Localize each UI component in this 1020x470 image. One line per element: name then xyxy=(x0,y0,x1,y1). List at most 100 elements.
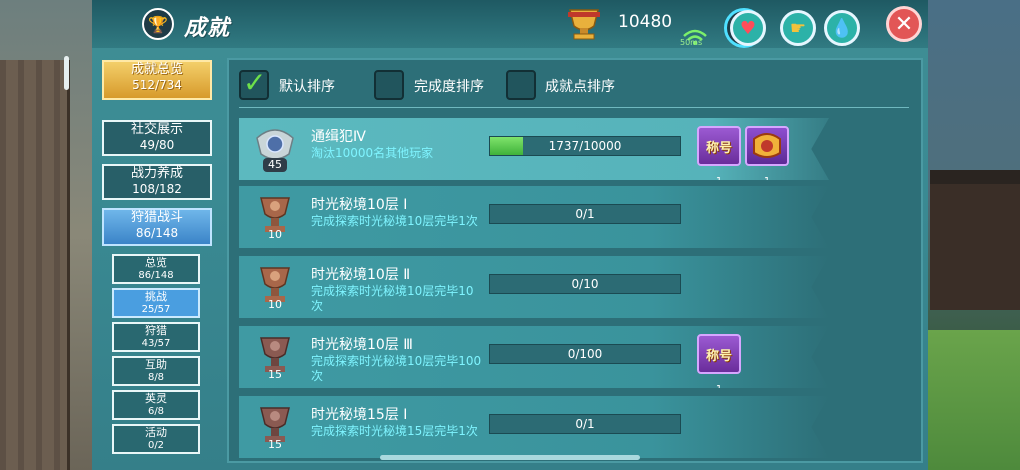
reward-label: 称号 xyxy=(705,348,732,364)
category-label: 成就总览 xyxy=(130,62,183,77)
sort-default-checkbox[interactable]: ✓ xyxy=(239,66,269,100)
achievement-description: 完成探索时光秘境10层完毕1次 xyxy=(311,214,478,228)
badge-number: 45 xyxy=(268,158,282,171)
sort-points-label[interactable]: 成就点排序 xyxy=(545,76,615,96)
subcategory-hunt[interactable]: 狩猎 43/57 xyxy=(112,322,200,352)
reward-count: 1 xyxy=(715,384,723,395)
subcategory-hero[interactable]: 英灵 6/8 xyxy=(112,390,200,420)
category-label: 狩猎战斗 xyxy=(130,210,183,225)
subcategory-label: 英灵 xyxy=(145,392,167,405)
achievement-row[interactable]: 15 时光秘境15层 Ⅰ 完成探索时光秘境15层完毕1次 0/1 xyxy=(239,396,829,458)
trophy-icon: 🏆 xyxy=(142,8,174,40)
subcategory-overview[interactable]: 总览 86/148 xyxy=(112,254,200,284)
checkmark-icon: ✓ xyxy=(243,66,267,99)
game-background-house xyxy=(930,170,1020,310)
achievement-row[interactable]: 15 时光秘境10层 Ⅲ 完成探索时光秘境10层完毕100次 0/100 称号 … xyxy=(239,326,829,388)
game-background-wall xyxy=(0,60,70,470)
progress-text: 0/1 xyxy=(575,417,595,431)
page-title: 成就 xyxy=(184,16,231,41)
reward-title-item[interactable]: 称号 1 xyxy=(697,126,741,180)
water-drop-icon[interactable]: 💧 xyxy=(824,10,860,46)
strength-icon[interactable]: ☛ xyxy=(780,10,816,46)
category-count: 86/148 xyxy=(135,226,179,240)
subcategory-challenge[interactable]: 挑战 25/57 xyxy=(112,288,200,318)
subcategory-label: 互助 xyxy=(145,358,167,371)
achievement-title: 通缉犯Ⅳ xyxy=(311,129,366,145)
reward-label: 称号 xyxy=(705,140,732,156)
progress-text: 0/1 xyxy=(575,207,595,221)
category-power[interactable]: 战力养成 108/182 xyxy=(102,164,212,200)
achievement-title: 时光秘境10层 Ⅰ xyxy=(311,197,408,213)
achievement-list-area: ✓ 默认排序 完成度排序 成就点排序 45 通缉犯Ⅳ 淘汰10000名其他玩家 … xyxy=(227,58,923,463)
progress-bar: 0/1 xyxy=(489,414,681,434)
achievement-title: 时光秘境10层 Ⅲ xyxy=(311,337,413,353)
game-background-grass xyxy=(920,330,1020,470)
achievement-badge-icon: 15 xyxy=(253,332,297,384)
reward-count: 1 xyxy=(763,176,771,187)
achievement-title: 时光秘境10层 Ⅱ xyxy=(311,267,411,283)
reward-count: 1 xyxy=(715,176,723,187)
subcategory-count: 0/2 xyxy=(147,440,165,451)
ping-readout: 50ms xyxy=(680,38,703,47)
sort-points-checkbox[interactable] xyxy=(506,70,536,100)
achievement-points: 10480 xyxy=(618,12,673,32)
achievement-title: 时光秘境15层 Ⅰ xyxy=(311,407,408,423)
progress-text: 1737/10000 xyxy=(548,139,622,153)
panel-header: 🏆 成就 10480 50ms ♥ ☛ 💧 ✕ xyxy=(92,0,928,48)
subcategory-count: 25/57 xyxy=(141,304,171,315)
avatar-frame-icon xyxy=(753,133,781,158)
subcategory-label: 狩猎 xyxy=(145,324,167,337)
achievement-description: 淘汰10000名其他玩家 xyxy=(311,146,434,160)
badge-number: 15 xyxy=(268,438,282,451)
sort-divider xyxy=(239,107,909,108)
category-label: 战力养成 xyxy=(130,166,183,181)
badge-number: 15 xyxy=(268,368,282,381)
achievement-cup-icon xyxy=(568,9,600,40)
subcategory-count: 86/148 xyxy=(138,270,174,281)
category-social[interactable]: 社交展示 49/80 xyxy=(102,120,212,156)
achievement-badge-icon: 15 xyxy=(253,402,297,454)
badge-number: 10 xyxy=(268,228,282,241)
progress-bar: 0/100 xyxy=(489,344,681,364)
close-button[interactable]: ✕ xyxy=(886,6,922,42)
category-label: 社交展示 xyxy=(130,122,183,137)
badge-number: 10 xyxy=(268,298,282,311)
subcategory-assist[interactable]: 互助 8/8 xyxy=(112,356,200,386)
progress-bar: 1737/10000 xyxy=(489,136,681,156)
achievement-row[interactable]: 10 时光秘境10层 Ⅰ 完成探索时光秘境10层完毕1次 0/1 xyxy=(239,186,829,248)
achievement-description: 完成探索时光秘境10层完毕10次 xyxy=(311,284,474,313)
close-icon: ✕ xyxy=(894,11,914,37)
achievement-panel: 🏆 成就 10480 50ms ♥ ☛ 💧 ✕ 成就总览 512/734 社交展… xyxy=(92,0,928,470)
heart-icon[interactable]: ♥ xyxy=(730,10,766,46)
achievement-row[interactable]: 10 时光秘境10层 Ⅱ 完成探索时光秘境10层完毕10次 0/10 xyxy=(239,256,829,318)
category-count: 108/182 xyxy=(132,182,182,196)
list-scrollbar[interactable] xyxy=(380,455,640,460)
achievement-badge-icon: 10 xyxy=(253,192,297,244)
subcategory-label: 活动 xyxy=(145,426,167,439)
sort-default-label[interactable]: 默认排序 xyxy=(279,76,335,96)
achievement-row[interactable]: 45 通缉犯Ⅳ 淘汰10000名其他玩家 1737/10000 称号 1 1 xyxy=(239,118,829,180)
sort-completion-checkbox[interactable] xyxy=(374,70,404,100)
progress-bar: 0/10 xyxy=(489,274,681,294)
category-count: 49/80 xyxy=(139,138,175,152)
subcategory-label: 挑战 xyxy=(145,290,167,303)
achievement-badge-icon: 45 xyxy=(253,124,297,176)
reward-frame-item[interactable]: 1 xyxy=(745,126,789,180)
subcategory-label: 总览 xyxy=(145,256,167,269)
subcategory-event[interactable]: 活动 0/2 xyxy=(112,424,200,454)
progress-bar: 0/1 xyxy=(489,204,681,224)
reward-title-item[interactable]: 称号 1 xyxy=(697,334,741,388)
achievement-badge-icon: 10 xyxy=(253,262,297,314)
progress-text: 0/10 xyxy=(571,277,599,291)
subcategory-count: 8/8 xyxy=(147,372,165,383)
subcategory-count: 43/57 xyxy=(141,338,171,349)
category-overview[interactable]: 成就总览 512/734 xyxy=(102,60,212,100)
world-scroll-indicator xyxy=(64,56,69,90)
sort-completion-label[interactable]: 完成度排序 xyxy=(414,76,484,96)
achievement-description: 完成探索时光秘境15层完毕1次 xyxy=(311,424,478,438)
progress-text: 0/100 xyxy=(567,347,603,361)
category-count: 512/734 xyxy=(132,78,182,92)
category-hunting[interactable]: 狩猎战斗 86/148 xyxy=(102,208,212,246)
achievement-description: 完成探索时光秘境10层完毕100次 xyxy=(311,354,482,383)
subcategory-count: 6/8 xyxy=(147,406,165,417)
